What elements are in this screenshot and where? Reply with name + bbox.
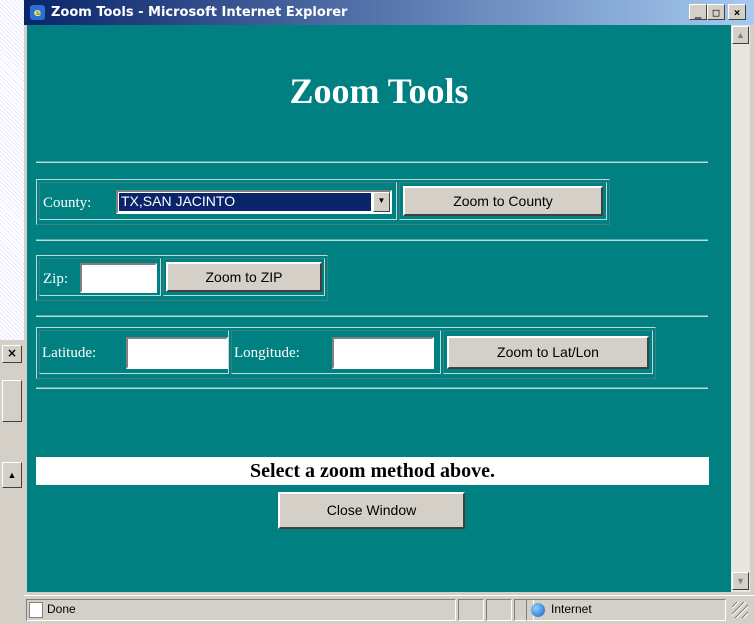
status-panel <box>458 599 484 621</box>
zip-button-cell: Zoom to ZIP <box>163 258 325 296</box>
page-content: Zoom Tools County: TX,SAN JACINTO ▼ Zoom… <box>27 25 731 592</box>
status-panel-main: Done <box>26 599 456 621</box>
zone-panel: Internet <box>526 599 726 621</box>
longitude-input[interactable] <box>332 337 434 369</box>
close-button[interactable]: × <box>728 4 746 20</box>
scroll-down-button[interactable]: ▼ <box>732 572 749 590</box>
county-form: County: TX,SAN JACINTO ▼ Zoom to County <box>36 179 610 225</box>
status-bar: Done Internet <box>24 595 754 624</box>
county-cell: County: TX,SAN JACINTO ▼ <box>39 182 397 220</box>
latlon-form: Latitude: Longitude: Zoom to Lat/Lon <box>36 327 656 379</box>
scroll-up-button[interactable]: ▲ <box>732 26 749 44</box>
divider <box>36 161 708 163</box>
latitude-cell: Latitude: <box>39 330 229 374</box>
maximize-button[interactable]: □ <box>707 4 725 20</box>
longitude-label: Longitude: <box>234 345 300 361</box>
zip-form: Zip: Zoom to ZIP <box>36 255 328 301</box>
resize-grip[interactable] <box>732 602 748 618</box>
background-window-close-button[interactable]: × <box>2 345 22 363</box>
ie-logo-icon: e <box>30 5 45 20</box>
window-title: Zoom Tools - Microsoft Internet Explorer <box>51 5 348 20</box>
close-window-button[interactable]: Close Window <box>278 492 465 529</box>
zip-label: Zip: <box>43 271 68 287</box>
vertical-scrollbar[interactable]: ▲ ▼ <box>731 25 750 592</box>
title-bar[interactable]: e Zoom Tools - Microsoft Internet Explor… <box>24 0 754 25</box>
zoom-to-county-button[interactable]: Zoom to County <box>403 186 603 216</box>
latitude-input[interactable] <box>126 337 228 369</box>
zone-text: Internet <box>551 602 592 616</box>
county-selected-value: TX,SAN JACINTO <box>119 193 371 211</box>
zoom-to-latlon-button[interactable]: Zoom to Lat/Lon <box>447 336 649 369</box>
longitude-cell: Longitude: <box>231 330 441 374</box>
divider <box>36 387 708 389</box>
divider <box>36 239 708 241</box>
zoom-to-zip-button[interactable]: Zoom to ZIP <box>166 262 322 292</box>
page-title: Zoom Tools <box>289 71 469 111</box>
background-window-scroll-thumb[interactable] <box>2 380 22 422</box>
county-button-cell: Zoom to County <box>399 182 607 220</box>
chevron-down-icon[interactable]: ▼ <box>373 192 390 212</box>
latitude-label: Latitude: <box>42 345 97 361</box>
minimize-button[interactable]: _ <box>689 4 707 20</box>
page-icon <box>29 602 43 618</box>
divider <box>36 315 708 317</box>
county-label: County: <box>43 195 92 211</box>
status-message: Select a zoom method above. <box>36 457 709 485</box>
globe-icon <box>531 603 545 617</box>
county-select[interactable]: TX,SAN JACINTO ▼ <box>116 190 392 214</box>
latlon-button-cell: Zoom to Lat/Lon <box>443 330 653 374</box>
ie-window: e Zoom Tools - Microsoft Internet Explor… <box>24 0 754 624</box>
status-panel <box>486 599 512 621</box>
zip-input[interactable] <box>80 263 157 293</box>
background-window-scroll-up-button[interactable]: ▲ <box>2 462 22 488</box>
status-text: Done <box>47 602 76 616</box>
zip-cell: Zip: <box>39 258 161 296</box>
